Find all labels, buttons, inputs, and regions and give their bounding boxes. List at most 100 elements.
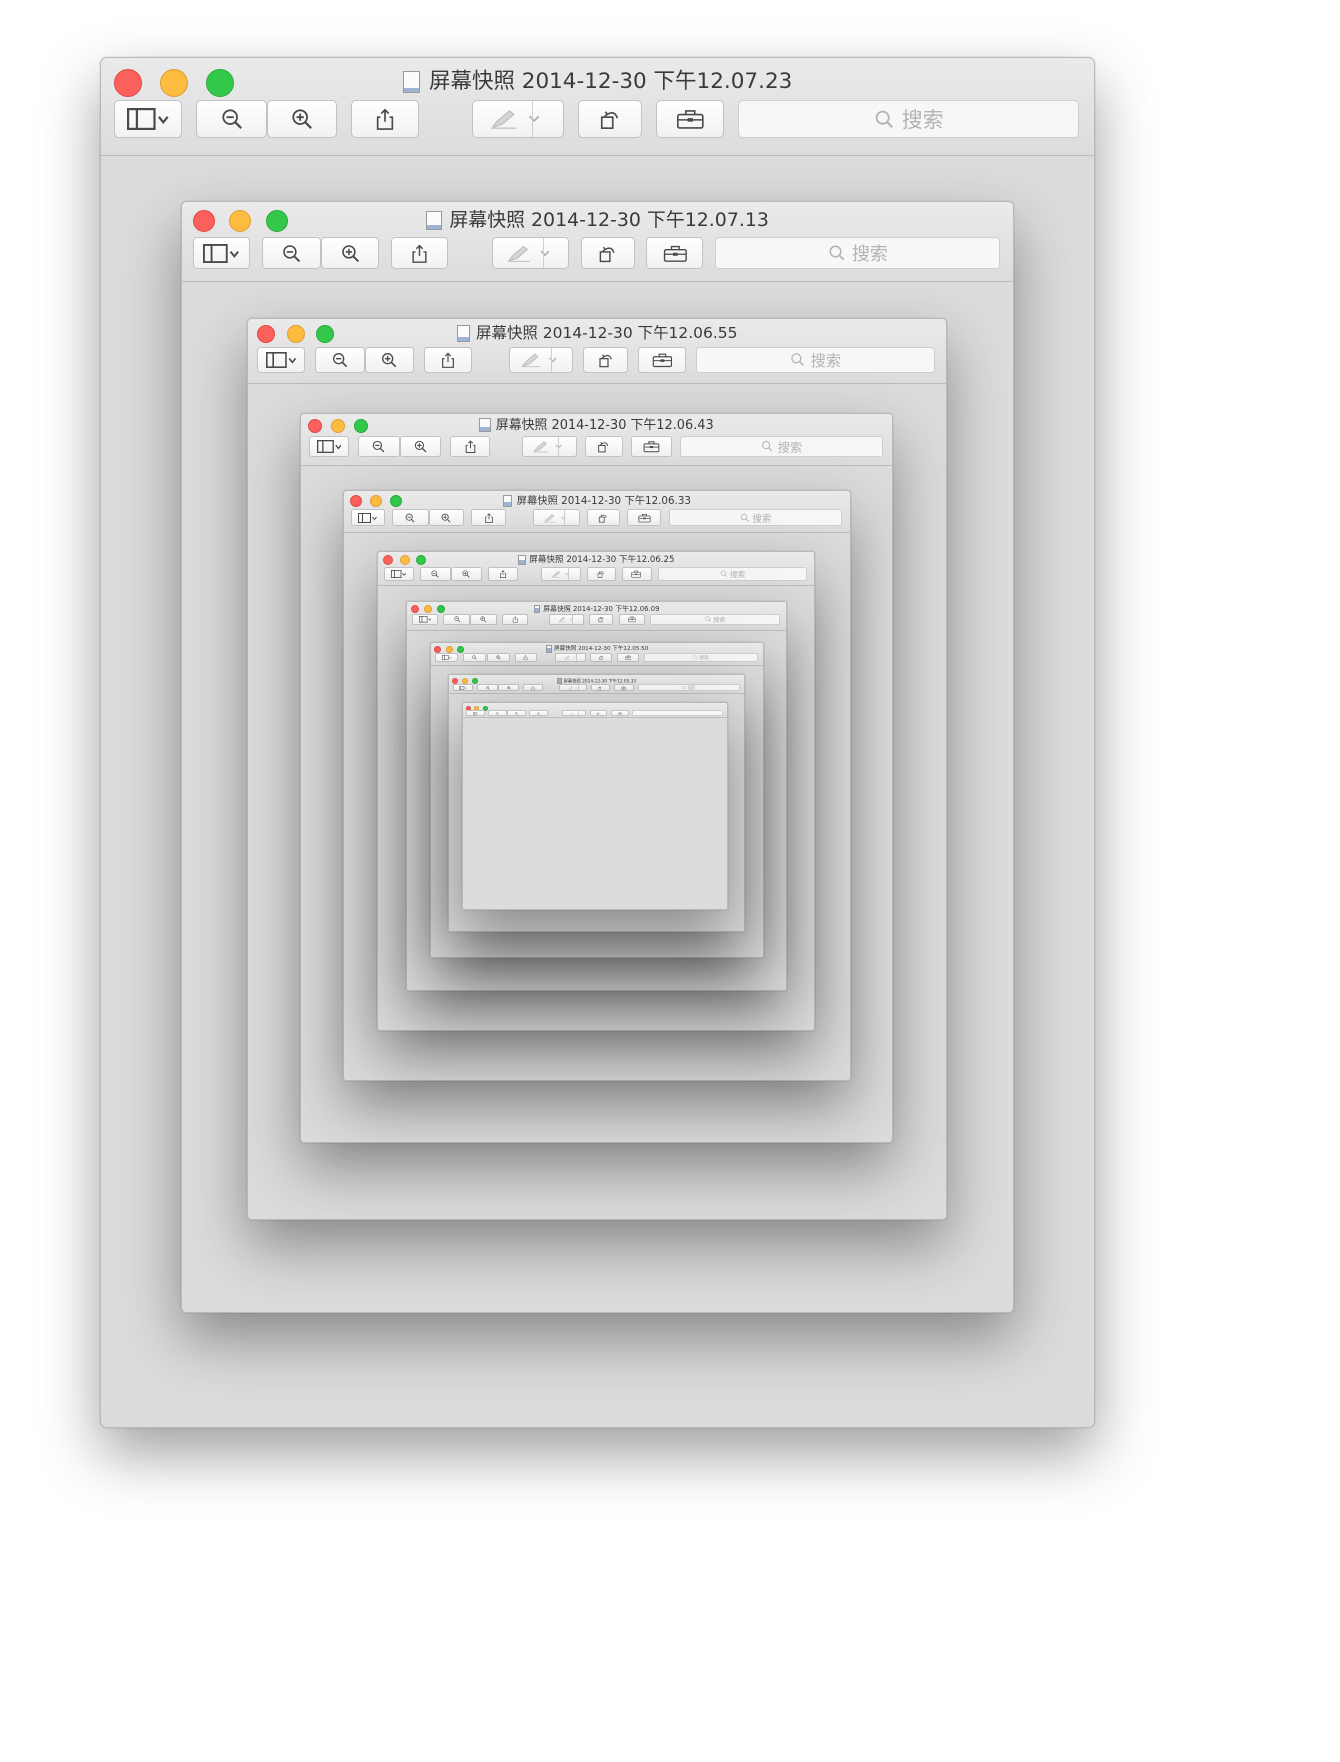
markup-button[interactable] (508, 347, 574, 373)
sidebar-button[interactable] (411, 614, 438, 625)
sidebar-button[interactable] (435, 653, 459, 662)
rotate-button[interactable] (589, 710, 607, 716)
toolbox-button[interactable] (618, 614, 645, 625)
markup-button[interactable] (492, 237, 570, 269)
sidebar-button[interactable] (383, 567, 414, 581)
toolbox-icon (643, 441, 660, 453)
zoom-in-button[interactable] (507, 710, 526, 716)
search-field[interactable]: 搜索 (738, 100, 1079, 138)
zoom-out-button[interactable] (261, 237, 321, 269)
sidebar-button[interactable] (192, 237, 250, 269)
search-field[interactable]: 搜索 (643, 653, 758, 662)
toolbox-button[interactable] (626, 509, 662, 526)
toolbox-button[interactable] (610, 710, 629, 716)
preview-window-10 (462, 702, 728, 910)
sidebar-button[interactable] (466, 710, 485, 716)
share-button[interactable] (487, 567, 518, 581)
markup-menu-divider (572, 615, 574, 624)
rotate-button[interactable] (578, 100, 642, 138)
zoom-in-button[interactable] (486, 653, 510, 662)
markup-button[interactable] (533, 509, 580, 526)
toolbox-icon (627, 616, 636, 623)
rotate-button[interactable] (587, 509, 620, 526)
zoom-in-button[interactable] (320, 237, 380, 269)
zoom-in-button[interactable] (399, 436, 442, 457)
share-button[interactable] (351, 100, 419, 138)
toolbox-icon (617, 711, 622, 715)
share-button[interactable] (423, 347, 472, 373)
document-icon (479, 418, 491, 432)
sidebar-icon (418, 616, 432, 623)
markup-button[interactable] (561, 710, 587, 716)
share-button[interactable] (502, 614, 529, 625)
share-button[interactable] (523, 684, 544, 691)
zoom-in-button[interactable] (450, 567, 482, 581)
search-field[interactable]: 搜索 (650, 614, 781, 625)
toolbox-button[interactable] (613, 684, 635, 691)
sidebar-icon (127, 108, 169, 130)
toolbox-icon (624, 655, 631, 660)
search-field[interactable]: 搜索 (680, 436, 884, 457)
share-button[interactable] (471, 509, 507, 526)
sidebar-button[interactable] (257, 347, 305, 373)
markup-button[interactable] (559, 684, 587, 691)
toolbox-button[interactable] (621, 567, 652, 581)
rotate-button[interactable] (589, 614, 614, 625)
rotate-button[interactable] (583, 347, 629, 373)
window-title: 屏幕快照 2014-12-30 下午12.06.55 (248, 323, 946, 343)
rotate-icon (600, 111, 619, 129)
toolbox-button[interactable] (616, 653, 640, 662)
zoom-in-button[interactable] (498, 684, 520, 691)
share-button[interactable] (514, 653, 538, 662)
markup-button[interactable] (540, 567, 582, 581)
markup-menu-divider (575, 654, 577, 661)
search-field[interactable]: 搜索 (695, 347, 936, 373)
search-placeholder: 搜索 (687, 684, 696, 690)
zoom-in-button[interactable] (364, 347, 414, 373)
sidebar-button[interactable] (114, 100, 182, 138)
markup-button[interactable] (555, 653, 586, 662)
toolbox-button[interactable] (631, 436, 672, 457)
search-field[interactable]: 搜索 (715, 237, 1001, 269)
share-icon (499, 570, 506, 578)
markup-button[interactable] (472, 100, 564, 138)
search-field[interactable] (632, 710, 723, 716)
toolbox-button[interactable] (646, 237, 704, 269)
markup-button[interactable] (521, 436, 577, 457)
zoom-out-button[interactable] (314, 347, 365, 373)
sidebar-icon (203, 243, 240, 263)
rotate-button[interactable] (587, 567, 616, 581)
search-field[interactable]: 搜索 (638, 684, 740, 691)
zoom-out-button[interactable] (477, 684, 499, 691)
zoom-out-button[interactable] (392, 509, 429, 526)
zoom-out-button[interactable] (196, 100, 267, 138)
rotate-button[interactable] (590, 684, 610, 691)
zoom-in-button[interactable] (470, 614, 498, 625)
rotate-button[interactable] (590, 653, 612, 662)
zoom-out-button[interactable] (488, 710, 508, 716)
share-button[interactable] (449, 436, 491, 457)
markup-button[interactable] (548, 614, 584, 625)
share-button[interactable] (529, 710, 548, 716)
zoom-in-button[interactable] (267, 100, 337, 138)
window-toolbar: 屏幕快照 2014-12-30 下午12.06.25 搜索 (378, 552, 814, 586)
zoom-out-button[interactable] (419, 567, 451, 581)
sidebar-button[interactable] (452, 684, 474, 691)
share-button[interactable] (391, 237, 449, 269)
zoom-in-button[interactable] (428, 509, 465, 526)
zoom-out-button[interactable] (443, 614, 471, 625)
search-field[interactable]: 搜索 (668, 509, 843, 526)
toolbox-button[interactable] (638, 347, 686, 373)
rotate-button[interactable] (581, 237, 635, 269)
search-field[interactable]: 搜索 (657, 567, 808, 581)
sidebar-icon (472, 711, 479, 715)
sidebar-button[interactable] (350, 509, 386, 526)
zoom-out-button[interactable] (462, 653, 487, 662)
toolbox-button[interactable] (656, 100, 724, 138)
zoom-in-icon (414, 440, 427, 453)
rotate-button[interactable] (584, 436, 623, 457)
sidebar-button[interactable] (308, 436, 350, 457)
zoom-out-button[interactable] (357, 436, 400, 457)
zoom-out-icon (282, 244, 300, 262)
zoom-out-icon (372, 440, 385, 453)
